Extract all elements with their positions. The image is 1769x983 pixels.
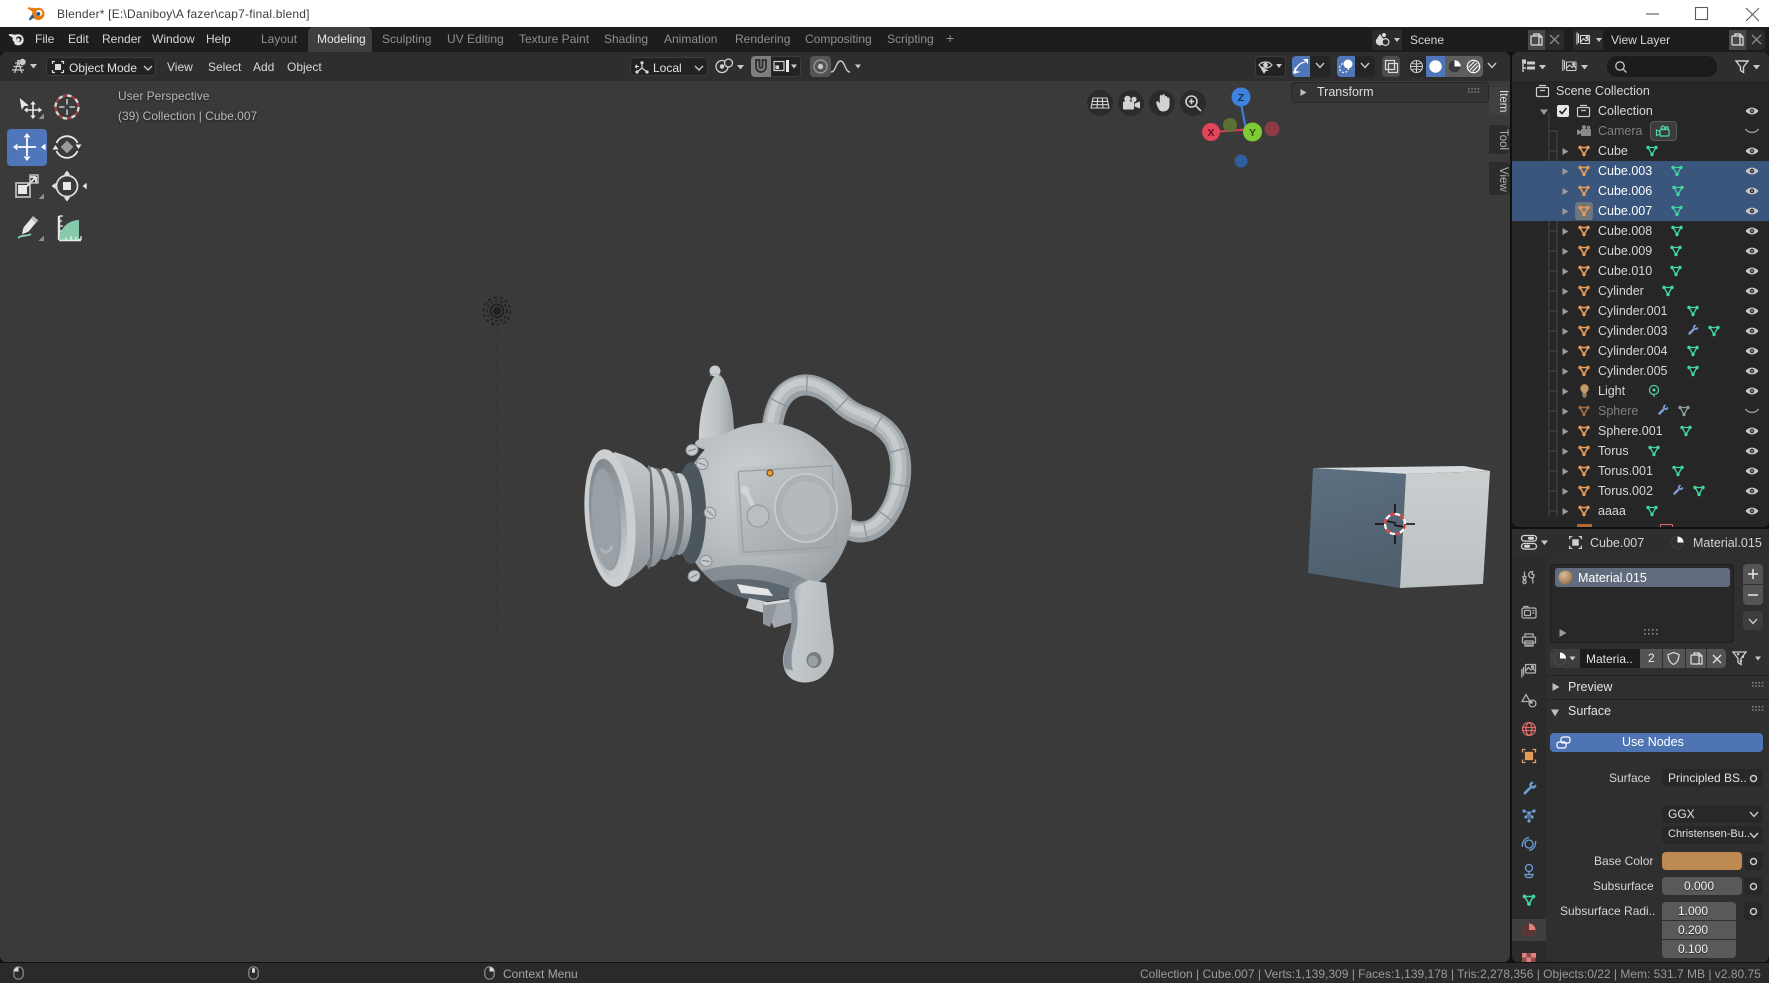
svg-text:X: X [1207,127,1214,139]
svg-text:Y: Y [1249,127,1256,139]
svg-text:Z: Z [1238,92,1245,104]
